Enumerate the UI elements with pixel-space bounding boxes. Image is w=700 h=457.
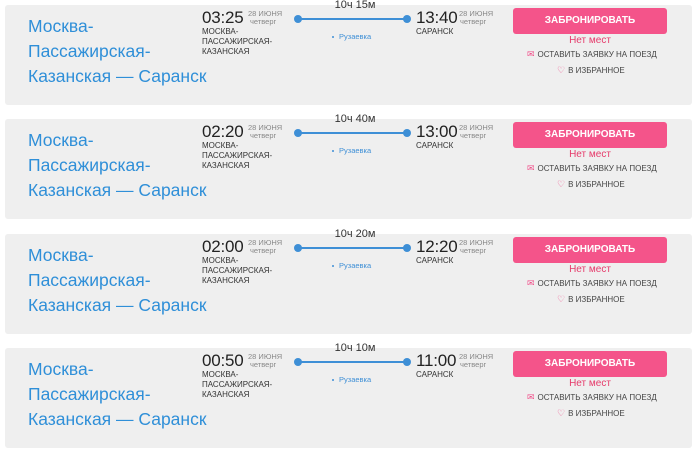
request-train-link[interactable]: ✉ Оставить заявку на поезд	[527, 278, 657, 289]
stop-bullet-icon	[332, 265, 334, 268]
book-button[interactable]: Забронировать	[513, 122, 667, 148]
departure-dot	[294, 129, 302, 137]
travel-duration: 10ч 20м	[334, 228, 376, 240]
stop-bullet-icon	[332, 150, 334, 153]
add-favorite-link[interactable]: ♡ В избранное	[557, 179, 625, 190]
arrival-station: Саранск	[416, 256, 454, 265]
arrival-dot	[403, 129, 411, 137]
route-title[interactable]: Москва-Пассажирская-Казанская — Саранск	[28, 357, 208, 432]
departure-time: 02:20	[202, 122, 244, 141]
heart-icon: ♡	[557, 294, 566, 304]
train-card: Москва-Пассажирская-Казанская — Саранск …	[5, 342, 692, 448]
departure-weekday: четверг	[250, 246, 277, 255]
availability-status: Нет мест	[569, 264, 611, 275]
route-title[interactable]: Москва-Пассажирская-Казанская — Саранск	[28, 14, 208, 89]
departure-station: Москва-Пассажирская-Казанская	[202, 141, 273, 170]
departure-weekday: четверг	[250, 17, 277, 26]
train-card: Москва-Пассажирская-Казанская — Саранск …	[5, 228, 692, 334]
route-line	[296, 132, 407, 134]
arrival-station: Саранск	[416, 27, 454, 36]
departure-weekday: четверг	[250, 131, 277, 140]
departure-dot	[294, 15, 302, 23]
departure-time: 00:50	[202, 351, 244, 370]
heart-icon: ♡	[557, 65, 566, 75]
arrival-time: 13:40	[416, 8, 458, 27]
envelope-icon: ✉	[527, 392, 535, 402]
travel-duration: 10ч 40м	[334, 113, 376, 125]
travel-duration: 10ч 15м	[334, 0, 376, 11]
stop-bullet-icon	[332, 379, 334, 382]
intermediate-stop[interactable]: Рузаевка	[332, 146, 371, 155]
request-train-link[interactable]: ✉ Оставить заявку на поезд	[527, 392, 657, 403]
stop-bullet-icon	[332, 36, 334, 39]
request-train-link[interactable]: ✉ Оставить заявку на поезд	[527, 49, 657, 60]
arrival-dot	[403, 358, 411, 366]
arrival-station: Саранск	[416, 141, 454, 150]
arrival-weekday: четверг	[460, 17, 487, 26]
arrival-time: 12:20	[416, 237, 458, 256]
availability-status: Нет мест	[569, 35, 611, 46]
route-line	[296, 361, 407, 363]
envelope-icon: ✉	[527, 163, 535, 173]
route-line	[296, 247, 407, 249]
departure-time: 02:00	[202, 237, 244, 256]
book-button[interactable]: Забронировать	[513, 351, 667, 377]
departure-weekday: четверг	[250, 360, 277, 369]
arrival-weekday: четверг	[460, 360, 487, 369]
arrival-weekday: четверг	[460, 246, 487, 255]
departure-station: Москва-Пассажирская-Казанская	[202, 256, 273, 285]
add-favorite-link[interactable]: ♡ В избранное	[557, 65, 625, 76]
arrival-station: Саранск	[416, 370, 454, 379]
route-title[interactable]: Москва-Пассажирская-Казанская — Саранск	[28, 128, 208, 203]
departure-dot	[294, 244, 302, 252]
intermediate-stop[interactable]: Рузаевка	[332, 261, 371, 270]
departure-dot	[294, 358, 302, 366]
heart-icon: ♡	[557, 179, 566, 189]
availability-status: Нет мест	[569, 149, 611, 160]
departure-station: Москва-Пассажирская-Казанская	[202, 27, 273, 56]
envelope-icon: ✉	[527, 49, 535, 59]
train-card: Москва-Пассажирская-Казанская — Саранск …	[5, 0, 692, 105]
intermediate-stop[interactable]: Рузаевка	[332, 375, 371, 384]
book-button[interactable]: Забронировать	[513, 237, 667, 263]
add-favorite-link[interactable]: ♡ В избранное	[557, 408, 625, 419]
arrival-dot	[403, 15, 411, 23]
arrival-time: 13:00	[416, 122, 458, 141]
envelope-icon: ✉	[527, 278, 535, 288]
availability-status: Нет мест	[569, 378, 611, 389]
route-title[interactable]: Москва-Пассажирская-Казанская — Саранск	[28, 243, 208, 318]
departure-time: 03:25	[202, 8, 244, 27]
intermediate-stop[interactable]: Рузаевка	[332, 32, 371, 41]
book-button[interactable]: Забронировать	[513, 8, 667, 34]
request-train-link[interactable]: ✉ Оставить заявку на поезд	[527, 163, 657, 174]
train-card: Москва-Пассажирская-Казанская — Саранск …	[5, 113, 692, 219]
departure-station: Москва-Пассажирская-Казанская	[202, 370, 273, 399]
add-favorite-link[interactable]: ♡ В избранное	[557, 294, 625, 305]
arrival-dot	[403, 244, 411, 252]
travel-duration: 10ч 10м	[334, 342, 376, 354]
arrival-time: 11:00	[416, 351, 457, 370]
arrival-weekday: четверг	[460, 131, 487, 140]
route-line	[296, 18, 407, 20]
heart-icon: ♡	[557, 408, 566, 418]
